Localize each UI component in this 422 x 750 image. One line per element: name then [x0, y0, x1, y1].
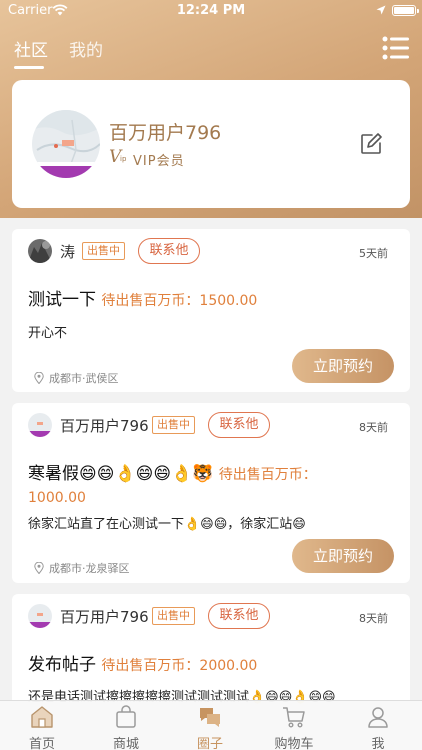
- tab-me-label: 我: [371, 737, 385, 750]
- status-bar: Carrier 12:24 PM: [0, 0, 422, 22]
- home-icon: [31, 706, 53, 728]
- tab-mall[interactable]: 商城: [84, 701, 168, 750]
- location-pin-icon: [34, 372, 44, 384]
- edit-icon[interactable]: [359, 132, 383, 156]
- post-username: 涛: [60, 243, 76, 261]
- post-description: 开心不: [28, 326, 68, 341]
- profile-card: 百万用户796 V ip VIP会员: [12, 80, 410, 208]
- post-username: 百万用户796: [60, 417, 149, 435]
- post-location: 成都市·龙泉驿区: [34, 560, 130, 576]
- location-pin-icon: [34, 562, 44, 574]
- profile-username: 百万用户796: [109, 122, 222, 144]
- status-badge: 出售中: [82, 242, 125, 260]
- tab-circle-label: 圈子: [196, 737, 223, 750]
- vip-logo-sub: ip: [120, 155, 127, 163]
- shopping-bag-icon: [116, 705, 136, 728]
- post-location: 成都市·武侯区: [34, 370, 119, 386]
- active-tab-indicator: [14, 66, 44, 69]
- status-badge: 出售中: [152, 416, 195, 434]
- post-price: 待出售百万币：2000.00: [101, 658, 258, 674]
- bottom-tab-bar: 首页 商城 圈子 购物车 我: [0, 700, 422, 750]
- photo-avatar-image: [28, 239, 52, 263]
- avatar[interactable]: [32, 110, 100, 178]
- location-text: 成都市·龙泉驿区: [49, 562, 130, 575]
- tab-home[interactable]: 首页: [0, 701, 84, 750]
- tab-home-label: 首页: [28, 737, 55, 750]
- contact-button[interactable]: 联系他: [208, 603, 270, 629]
- tab-community[interactable]: 社区: [14, 36, 48, 61]
- post-avatar[interactable]: [28, 604, 52, 628]
- reserve-button[interactable]: 立即预约: [292, 349, 394, 383]
- status-badge: 出售中: [152, 607, 195, 625]
- post-avatar[interactable]: [28, 413, 52, 437]
- contact-button[interactable]: 联系他: [138, 238, 200, 264]
- location-arrow-icon: [376, 5, 386, 15]
- post-title: 发布帖子: [28, 655, 96, 675]
- post-avatar[interactable]: [28, 239, 52, 263]
- post-time: 8天前: [359, 421, 388, 434]
- post-card[interactable]: 百万用户796 出售中 联系他 8天前 发布帖子 待出售百万币：2000.00 …: [12, 594, 410, 705]
- reserve-button[interactable]: 立即预约: [292, 539, 394, 573]
- post-price: 待出售百万币：1500.00: [101, 293, 258, 309]
- post-card[interactable]: 百万用户796 出售中 联系他 8天前 寒暑假😄😄👌😄😄👌🐯 待出售百万币：10…: [12, 403, 410, 583]
- battery-icon: [392, 5, 419, 16]
- tab-cart-label: 购物车: [274, 737, 314, 750]
- post-title-line: 测试一下 待出售百万币：1500.00: [28, 289, 398, 312]
- map-avatar-image: [28, 604, 52, 628]
- tab-cart[interactable]: 购物车: [252, 701, 336, 750]
- post-time: 8天前: [359, 612, 388, 625]
- map-avatar-image: [32, 110, 100, 178]
- tab-circle[interactable]: 圈子: [168, 701, 252, 750]
- post-title-line: 寒暑假😄😄👌😄😄👌🐯 待出售百万币：1000.00: [28, 463, 328, 509]
- tab-mine[interactable]: 我的: [69, 36, 103, 61]
- cart-icon: [283, 707, 305, 728]
- location-text: 成都市·武侯区: [49, 372, 119, 385]
- clock: 12:24 PM: [176, 3, 246, 18]
- post-card[interactable]: 涛 出售中 联系他 5天前 测试一下 待出售百万币：1500.00 开心不 成都…: [12, 229, 410, 392]
- post-title: 测试一下: [28, 290, 96, 310]
- menu-list-icon[interactable]: [382, 36, 410, 60]
- contact-button[interactable]: 联系他: [208, 412, 270, 438]
- vip-label: VIP会员: [133, 154, 185, 169]
- tab-me[interactable]: 我: [336, 701, 420, 750]
- map-avatar-image: [28, 413, 52, 437]
- chat-bubbles-icon: [200, 708, 220, 727]
- tab-mall-label: 商城: [112, 737, 139, 750]
- post-title: 寒暑假😄😄👌😄😄👌🐯: [28, 464, 214, 484]
- post-time: 5天前: [359, 247, 388, 260]
- post-title-line: 发布帖子 待出售百万币：2000.00: [28, 654, 398, 677]
- person-icon: [368, 707, 388, 728]
- post-username: 百万用户796: [60, 608, 149, 626]
- post-description: 徐家汇站直了在心测试一下👌😄😄，徐家汇站😄: [28, 517, 306, 532]
